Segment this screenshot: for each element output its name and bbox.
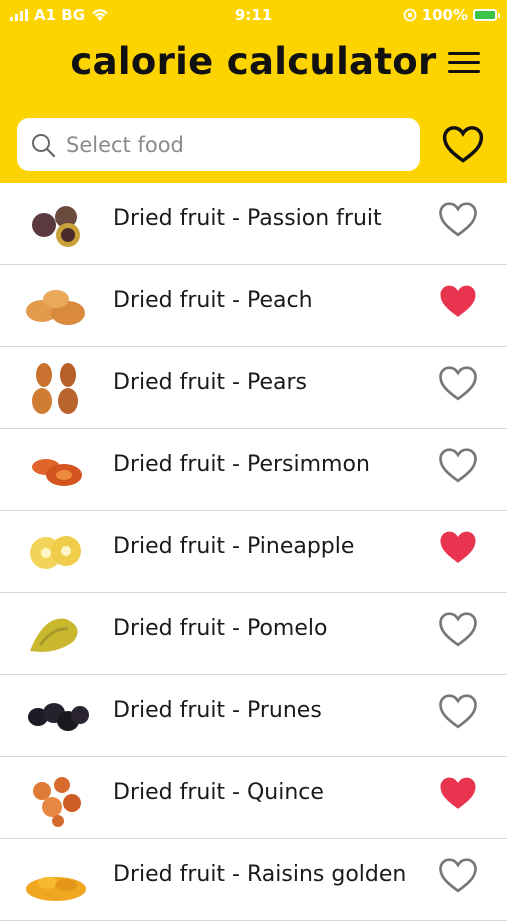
food-thumbnail [28,703,89,731]
food-label: Dried fruit - Raisins golden [113,862,407,887]
food-thumbnail [26,290,85,325]
heart-outline-icon[interactable] [438,610,478,648]
food-label: Dried fruit - Pomelo [113,616,328,641]
status-bar: A1 BG 9:11 100% [0,0,507,30]
food-thumbnail [26,877,86,901]
food-label: Dried fruit - Pineapple [113,534,355,559]
food-list-item[interactable]: Dried fruit - Pineapple [0,511,507,593]
heart-outline-icon[interactable] [438,856,478,894]
food-thumbnail [33,777,81,827]
food-list-item[interactable]: Dried fruit - Persimmon [0,429,507,511]
heart-outline-icon[interactable] [438,364,478,402]
food-label: Dried fruit - Pears [113,370,307,395]
heart-outline-icon[interactable] [438,446,478,484]
food-list-item[interactable]: Dried fruit - Pears [0,347,507,429]
food-list-item[interactable]: Dried fruit - Peach [0,265,507,347]
food-label: Dried fruit - Persimmon [113,452,370,477]
heart-filled-icon[interactable] [438,282,478,320]
food-list-item[interactable]: Dried fruit - Passion fruit [0,183,507,265]
food-thumbnail [32,363,78,414]
food-thumbnail [32,459,82,486]
heart-outline-icon[interactable] [438,692,478,730]
food-list-item[interactable]: Dried fruit - Pomelo [0,593,507,675]
food-list-item[interactable]: Dried fruit - Prunes [0,675,507,757]
app-title: calorie calculator [70,40,437,83]
food-thumbnail [32,206,80,247]
battery-icon [473,9,500,21]
favorites-heart-icon[interactable] [442,124,484,164]
search-icon [32,133,56,157]
food-label: Dried fruit - Prunes [113,698,322,723]
heart-filled-icon[interactable] [438,774,478,812]
food-label: Dried fruit - Peach [113,288,313,313]
heart-filled-icon[interactable] [438,528,478,566]
food-thumbnail [30,618,78,652]
food-thumbnail [30,536,81,569]
orientation-lock-icon [403,8,417,22]
food-list-item[interactable]: Dried fruit - Raisins golden [0,839,507,921]
search-input[interactable] [64,131,398,158]
food-label: Dried fruit - Quince [113,780,324,805]
header-bar: A1 BG 9:11 100% calorie calculator [0,0,507,183]
search-field[interactable] [17,118,420,171]
battery-percent: 100% [421,6,468,24]
food-list: Dried fruit - Passion fruit Dried fruit -… [0,183,507,921]
hamburger-menu-icon[interactable] [448,52,484,78]
food-list-item[interactable]: Dried fruit - Quince [0,757,507,839]
heart-outline-icon[interactable] [438,200,478,238]
food-label: Dried fruit - Passion fruit [113,206,382,231]
